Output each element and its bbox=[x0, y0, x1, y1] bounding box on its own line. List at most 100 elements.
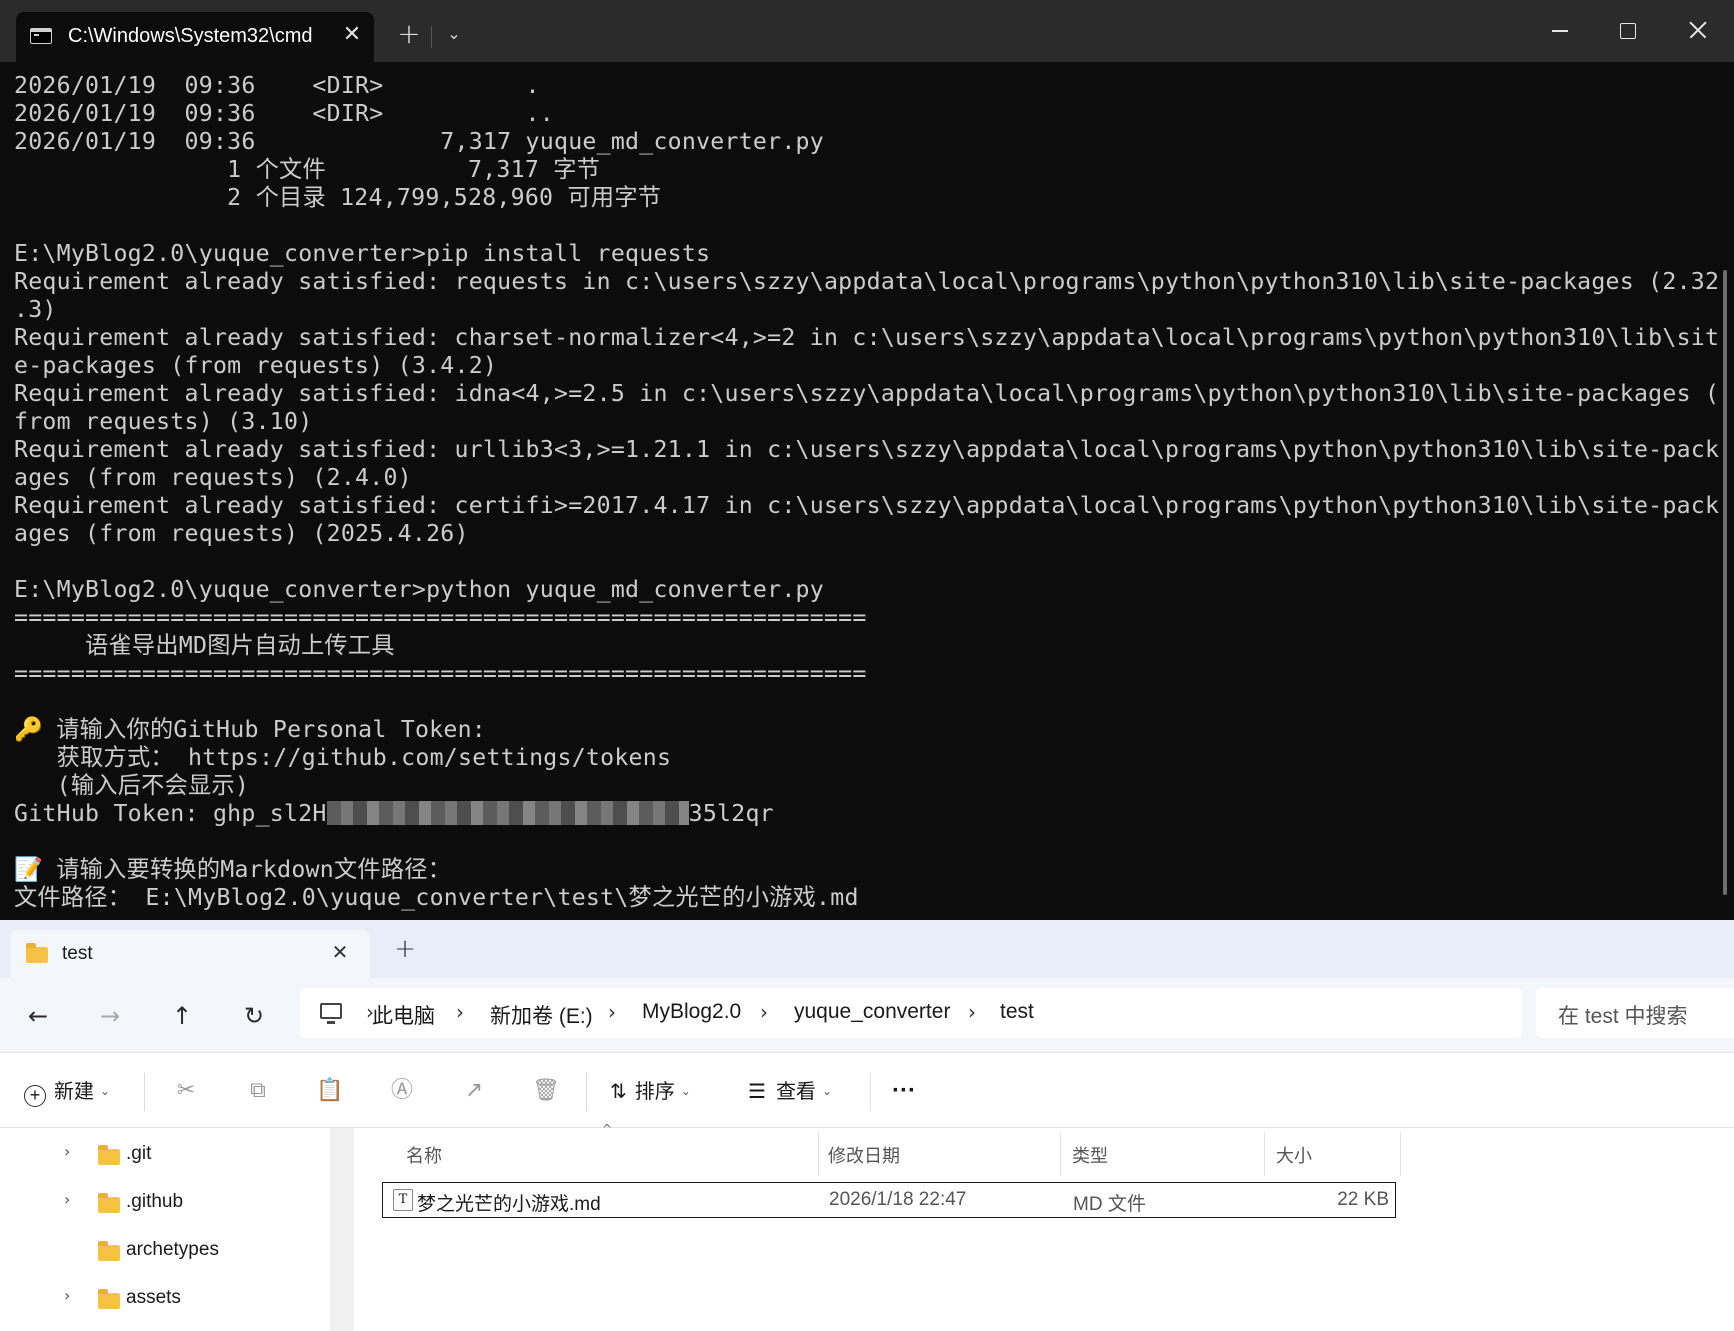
file-type: MD 文件 bbox=[1073, 1194, 1146, 1215]
terminal-line: 2026/01/19 09:36 <DIR> . bbox=[14, 72, 540, 99]
close-tab-icon[interactable]: ✕ bbox=[326, 938, 354, 966]
terminal-line: from requests) (3.10) bbox=[14, 408, 313, 435]
maximize-button[interactable] bbox=[1607, 10, 1647, 50]
navigation-pane-scrollbar[interactable] bbox=[330, 1128, 354, 1331]
key-icon: 🔑 bbox=[14, 716, 44, 743]
column-divider[interactable] bbox=[818, 1132, 819, 1176]
breadcrumb-myblog[interactable]: MyBlog2.0 bbox=[642, 1000, 741, 1024]
address-bar[interactable]: › 此电脑 › 新加卷 (E:) › MyBlog2.0 › yuque_con… bbox=[300, 988, 1522, 1038]
chevron-down-icon: ⌄ bbox=[100, 1084, 111, 1098]
paste-icon[interactable]: 📋 bbox=[314, 1075, 346, 1107]
explorer-window: test ✕ + ← → ↑ ↻ › 此电脑 › 新加卷 (E:) › MyBl… bbox=[0, 920, 1734, 1331]
view-list-icon: ☰ bbox=[748, 1081, 766, 1103]
close-window-button[interactable] bbox=[1677, 10, 1717, 50]
column-divider[interactable] bbox=[1264, 1132, 1265, 1176]
folder-icon bbox=[98, 1145, 120, 1165]
column-header-modified[interactable]: 修改日期 bbox=[828, 1142, 900, 1168]
folder-icon bbox=[98, 1241, 120, 1261]
divider bbox=[144, 1073, 145, 1111]
new-button[interactable]: + 新建 ⌄ bbox=[24, 1071, 110, 1111]
new-tab-button[interactable]: + bbox=[388, 932, 422, 966]
chevron-down-icon: ⌄ bbox=[821, 1084, 832, 1098]
tree-item-assets[interactable]: › assets bbox=[0, 1276, 330, 1320]
terminal-line: Requirement already satisfied: charset-n… bbox=[14, 324, 1720, 351]
close-tab-icon[interactable]: ✕ bbox=[338, 21, 366, 49]
file-name: 梦之光芒的小游戏.md bbox=[417, 1194, 601, 1215]
terminal-line: E:\MyBlog2.0\yuque_converter>pip install… bbox=[14, 240, 711, 267]
up-arrow-icon[interactable]: ↑ bbox=[162, 996, 202, 1036]
terminal-line: 2 个目录 124,799,528,960 可用字节 bbox=[14, 184, 662, 211]
chevron-down-icon: ⌄ bbox=[680, 1084, 691, 1098]
column-divider[interactable] bbox=[1060, 1132, 1061, 1176]
chevron-right-icon[interactable]: › bbox=[456, 1000, 464, 1024]
terminal-line: 语雀导出MD图片自动上传工具 bbox=[14, 632, 395, 659]
chevron-right-icon[interactable]: › bbox=[608, 1000, 616, 1024]
terminal-line: ages (from requests) (2025.4.26) bbox=[14, 520, 469, 547]
more-options-icon[interactable]: ··· bbox=[892, 1071, 916, 1111]
divider bbox=[870, 1073, 871, 1111]
terminal-tab[interactable]: C:\Windows\System32\cmd ✕ bbox=[16, 12, 374, 62]
refresh-icon[interactable]: ↻ bbox=[234, 996, 274, 1036]
token-input-line[interactable]: GitHub Token: ghp_sl2H 35l2qr bbox=[14, 800, 1714, 828]
tree-item-archetypes[interactable]: archetypes bbox=[0, 1228, 330, 1272]
divider bbox=[586, 1073, 587, 1111]
chevron-right-icon[interactable]: › bbox=[760, 1000, 768, 1024]
forward-arrow-icon[interactable]: → bbox=[90, 996, 130, 1036]
back-arrow-icon[interactable]: ← bbox=[18, 996, 58, 1036]
terminal-line: ========================================… bbox=[14, 604, 867, 631]
memo-icon: 📝 bbox=[14, 856, 44, 883]
file-size: 22 KB bbox=[1337, 1189, 1389, 1210]
terminal-line: ages (from requests) (2.4.0) bbox=[14, 464, 412, 491]
terminal-line: e-packages (from requests) (3.4.2) bbox=[14, 352, 498, 379]
chevron-right-icon[interactable]: › bbox=[64, 1142, 70, 1161]
breadcrumb-this-pc[interactable]: 此电脑 bbox=[372, 1000, 435, 1030]
folder-icon bbox=[98, 1193, 120, 1213]
tree-item-github[interactable]: › .github bbox=[0, 1180, 330, 1224]
chevron-right-icon[interactable]: › bbox=[64, 1286, 70, 1305]
breadcrumb-test[interactable]: test bbox=[1000, 1000, 1034, 1024]
terminal-line: Requirement already satisfied: urllib3<3… bbox=[14, 436, 1720, 463]
breadcrumb-yuque-converter[interactable]: yuque_converter bbox=[794, 1000, 950, 1024]
delete-icon[interactable]: 🗑 bbox=[530, 1075, 562, 1107]
path-prompt-line: 📝 请输入要转换的Markdown文件路径： bbox=[14, 856, 452, 883]
plus-circle-icon: + bbox=[24, 1085, 46, 1107]
sort-ascending-icon: ^ bbox=[602, 1122, 613, 1136]
copy-icon[interactable]: ⧉ bbox=[242, 1075, 274, 1107]
sort-button[interactable]: ⇅ 排序 ⌄ bbox=[610, 1071, 691, 1111]
folder-icon bbox=[98, 1289, 120, 1309]
column-header-name[interactable]: 名称 bbox=[406, 1142, 442, 1168]
cut-icon[interactable]: ✂ bbox=[170, 1075, 202, 1107]
view-button[interactable]: ☰ 查看 ⌄ bbox=[748, 1071, 832, 1111]
explorer-tab[interactable]: test ✕ bbox=[10, 930, 370, 978]
chevron-down-icon[interactable]: ⌄ bbox=[434, 14, 474, 54]
column-header-type[interactable]: 类型 bbox=[1072, 1142, 1108, 1168]
explorer-tab-title: test bbox=[62, 943, 93, 964]
chevron-right-icon[interactable]: › bbox=[968, 1000, 976, 1024]
table-row[interactable]: T 梦之光芒的小游戏.md 2026/1/18 22:47 MD 文件 22 K… bbox=[382, 1182, 1396, 1218]
terminal-output[interactable]: 2026/01/19 09:36 <DIR> . 2026/01/19 09:36… bbox=[14, 72, 1720, 912]
column-header-size[interactable]: 大小 bbox=[1276, 1142, 1312, 1168]
text-file-icon: T bbox=[393, 1189, 413, 1211]
redacted-token bbox=[326, 801, 689, 825]
file-modified: 2026/1/18 22:47 bbox=[829, 1189, 967, 1210]
breadcrumb-drive[interactable]: 新加卷 (E:) bbox=[490, 1000, 593, 1030]
tree-item-git[interactable]: › .git bbox=[0, 1132, 330, 1176]
path-input-line[interactable]: 文件路径： E:\MyBlog2.0\yuque_converter\test\… bbox=[14, 884, 1714, 912]
search-input[interactable]: 在 test 中搜索 bbox=[1536, 988, 1734, 1038]
column-divider[interactable] bbox=[1400, 1132, 1401, 1176]
terminal-line: 1 个文件 7,317 字节 bbox=[14, 156, 601, 183]
chevron-right-icon[interactable]: › bbox=[64, 1190, 70, 1209]
minimize-button[interactable] bbox=[1540, 10, 1580, 50]
token-howto-line: 获取方式： https://github.com/settings/tokens bbox=[14, 744, 672, 771]
terminal-line: ========================================… bbox=[14, 660, 867, 687]
explorer-toolbar: + 新建 ⌄ ✂ ⧉ 📋 Ⓐ ↗ 🗑 ⇅ 排序 ⌄ ☰ 查看 ⌄ ··· bbox=[0, 1052, 1734, 1128]
terminal-scrollbar[interactable] bbox=[1723, 270, 1727, 895]
terminal-line: 2026/01/19 09:36 <DIR> .. bbox=[14, 100, 554, 127]
token-note-line: (输入后不会显示) bbox=[14, 772, 250, 799]
rename-icon[interactable]: Ⓐ bbox=[386, 1075, 418, 1107]
new-tab-button[interactable]: + bbox=[389, 14, 429, 54]
share-icon[interactable]: ↗ bbox=[458, 1075, 490, 1107]
